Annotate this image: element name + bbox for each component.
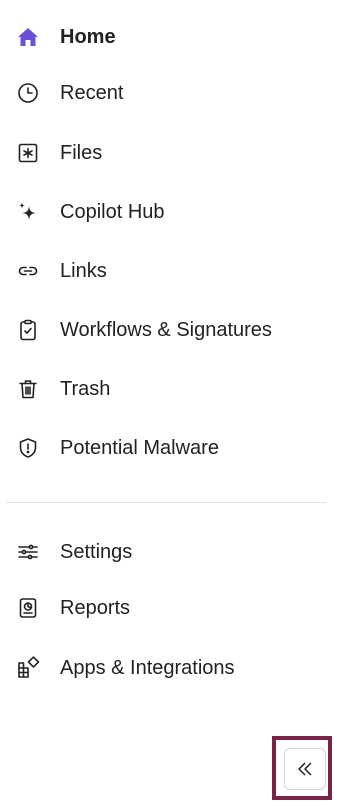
sidebar-item-label: Trash [60, 378, 111, 400]
double-chevron-left-icon [294, 758, 316, 780]
report-icon [16, 596, 40, 620]
files-icon [16, 141, 40, 165]
sidebar-item-files[interactable]: Files [0, 127, 330, 179]
shield-alert-icon [16, 436, 40, 460]
sidebar-item-label: Home [60, 26, 116, 48]
clock-icon [16, 81, 40, 105]
sidebar-item-apps-integrations[interactable]: Apps & Integrations [0, 642, 330, 694]
sidebar-item-trash[interactable]: Trash [0, 363, 330, 415]
sidebar-item-label: Copilot Hub [60, 201, 165, 223]
sparkle-icon [16, 200, 40, 224]
sidebar-item-workflows-signatures[interactable]: Workflows & Signatures [0, 304, 330, 356]
sidebar-item-label: Files [60, 142, 103, 164]
sidebar-item-label: Apps & Integrations [60, 657, 235, 679]
sidebar-item-recent[interactable]: Recent [0, 67, 330, 119]
sidebar-item-label: Workflows & Signatures [60, 319, 272, 341]
trash-icon [16, 377, 40, 401]
sidebar-item-links[interactable]: Links [0, 245, 330, 297]
sidebar-item-home[interactable]: Home [0, 11, 330, 63]
sidebar-item-label: Potential Malware [60, 437, 219, 459]
sidebar-item-settings[interactable]: Settings [0, 526, 330, 578]
link-icon [16, 259, 40, 283]
sidebar-item-label: Recent [60, 82, 124, 104]
sidebar-item-label: Reports [60, 597, 131, 619]
sidebar-item-reports[interactable]: Reports [0, 582, 330, 634]
clipboard-check-icon [16, 318, 40, 342]
sidebar-item-label: Settings [60, 541, 133, 563]
sidebar-item-copilot-hub[interactable]: Copilot Hub [0, 186, 330, 238]
home-icon [16, 25, 40, 49]
apps-icon [16, 656, 40, 680]
nav-divider [6, 502, 326, 503]
sidebar-item-potential-malware[interactable]: Potential Malware [0, 422, 330, 474]
collapse-sidebar-button[interactable] [284, 748, 326, 790]
sidebar-item-label: Links [60, 260, 107, 282]
sliders-icon [16, 540, 40, 564]
